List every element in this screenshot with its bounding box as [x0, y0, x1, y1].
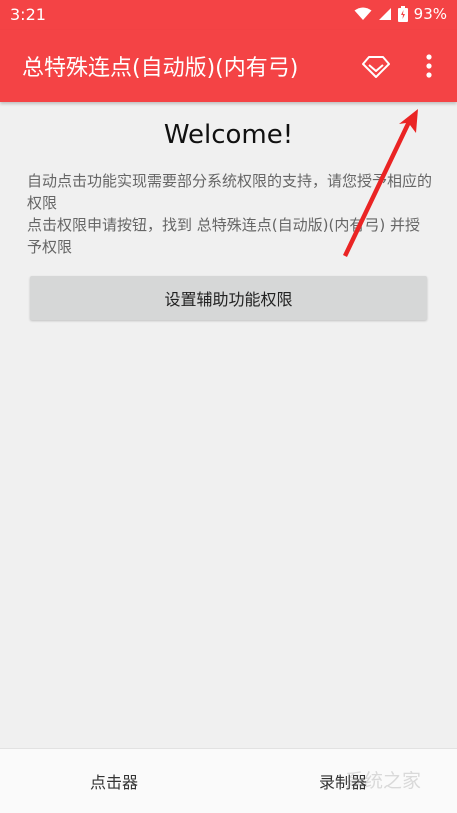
- app-title: 总特殊连点(自动版)(内有弓): [22, 56, 299, 81]
- status-bar: 3:21 93%: [0, 0, 457, 30]
- battery-percent: 93%: [413, 5, 447, 23]
- nav-tab-clicker[interactable]: 点击器: [0, 749, 228, 813]
- permission-description: 自动点击功能实现需要部分系统权限的支持，请您授予相应的权限: [27, 172, 433, 212]
- more-vertical-icon: [426, 54, 432, 78]
- permission-instructions: 点击权限申请按钮，找到 总特殊连点(自动版)(内有弓) 并授予权限: [27, 216, 420, 256]
- status-time: 3:21: [10, 5, 46, 24]
- diamond-icon: [362, 56, 390, 78]
- wifi-icon: [354, 7, 372, 20]
- battery-icon: [397, 6, 408, 22]
- diamond-button[interactable]: [360, 50, 392, 82]
- watermark: 系统之家: [345, 770, 422, 792]
- status-icons: 93%: [354, 5, 447, 23]
- nav-tab-recorder[interactable]: 录制器: [229, 749, 457, 813]
- app-bar: 总特殊连点(自动版)(内有弓): [0, 30, 457, 102]
- main-content: Welcome! 自动点击功能实现需要部分系统权限的支持，请您授予相应的权限 点…: [0, 102, 457, 748]
- signal-icon: [378, 8, 391, 20]
- more-options-button[interactable]: [418, 50, 440, 82]
- set-accessibility-permission-button[interactable]: 设置辅助功能权限: [30, 276, 427, 320]
- welcome-heading: Welcome!: [163, 120, 294, 150]
